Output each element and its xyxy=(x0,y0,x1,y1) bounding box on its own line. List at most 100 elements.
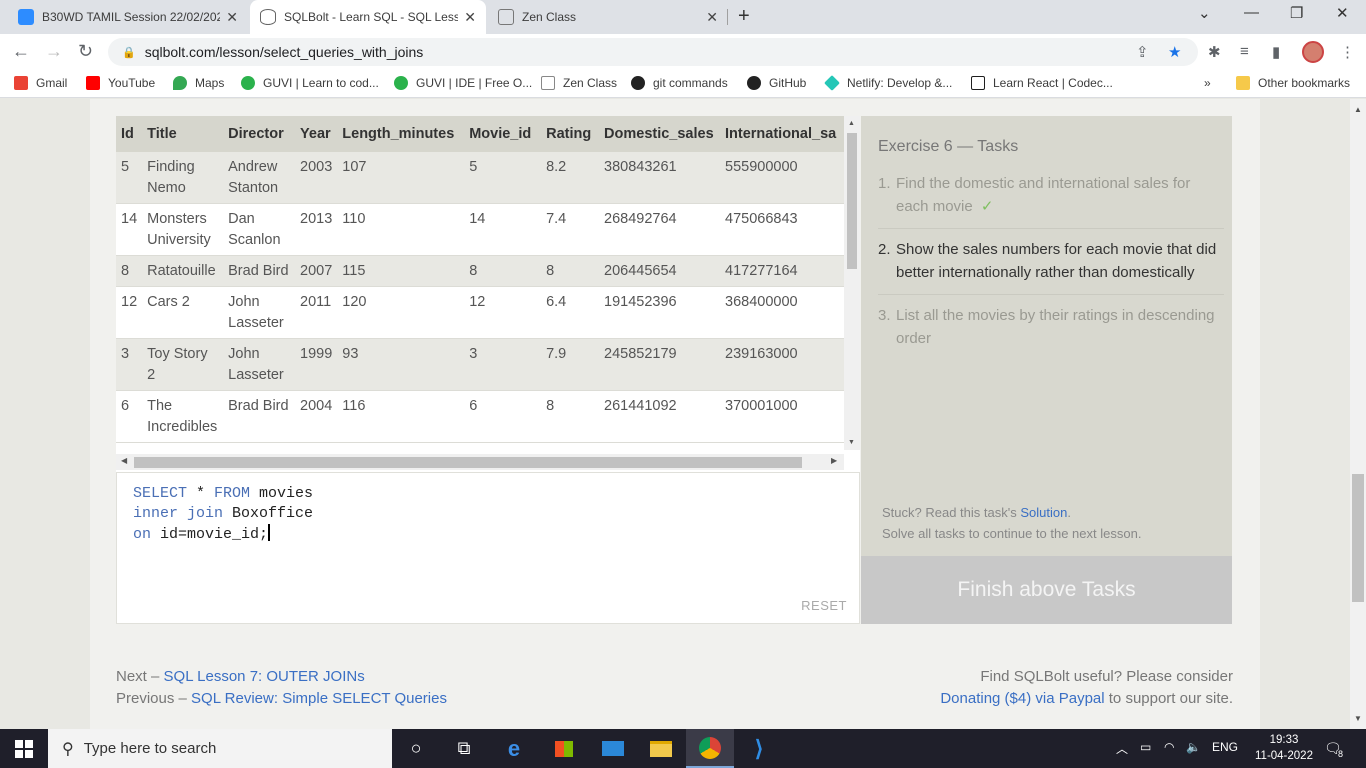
table-cell: 261441092 xyxy=(599,390,720,443)
share-icon[interactable]: ⇪ xyxy=(1136,43,1149,61)
mail-icon[interactable] xyxy=(589,729,637,768)
side-panel-icon[interactable]: ▮ xyxy=(1272,43,1280,61)
reading-list-icon[interactable]: ≡ xyxy=(1240,43,1249,60)
file-explorer-icon[interactable] xyxy=(637,729,685,768)
sql-editor[interactable]: SELECT * FROM movies inner join Boxoffic… xyxy=(116,472,860,624)
language-indicator[interactable]: ENG xyxy=(1212,740,1238,754)
battery-icon[interactable]: ▭ xyxy=(1140,740,1151,754)
scroll-left-arrow-icon[interactable]: ◀ xyxy=(121,456,127,465)
tab-zen-class[interactable]: Zen Class ✕ xyxy=(488,0,728,34)
tab-title: SQLBolt - Learn SQL - SQL Lesso xyxy=(284,10,459,24)
table-cell: 5 xyxy=(464,152,542,204)
chevron-up-icon[interactable]: ︿ xyxy=(1116,740,1128,757)
results-horizontal-scrollbar[interactable]: ◀ ▶ xyxy=(116,454,844,470)
store-icon[interactable] xyxy=(540,729,588,768)
extensions-icon[interactable]: ✱ xyxy=(1208,43,1221,61)
table-cell: 417277164 xyxy=(720,255,844,287)
vscode-icon[interactable]: ⟩ xyxy=(735,729,783,768)
bookmark-zen-class[interactable]: Zen Class xyxy=(541,76,617,90)
address-bar[interactable]: 🔒 sqlbolt.com/lesson/select_queries_with… xyxy=(108,38,1198,66)
bookmark-gmail[interactable]: Gmail xyxy=(14,76,67,90)
restore-button[interactable]: ❐ xyxy=(1290,4,1303,22)
table-cell: 6 xyxy=(464,390,542,443)
close-window-button[interactable]: ✕ xyxy=(1336,4,1349,22)
new-tab-button[interactable]: + xyxy=(738,5,750,28)
bookmark-git-commands[interactable]: git commands xyxy=(631,76,728,90)
scroll-down-arrow-icon[interactable]: ▼ xyxy=(848,439,855,446)
close-tab-icon[interactable]: ✕ xyxy=(226,9,238,26)
results-vertical-thumb[interactable] xyxy=(847,133,857,269)
folder-icon xyxy=(1236,76,1250,90)
sql-keyword: SELECT xyxy=(133,485,188,502)
profile-avatar[interactable] xyxy=(1302,41,1324,63)
minimize-button[interactable]: — xyxy=(1244,4,1259,21)
bookmark-github[interactable]: GitHub xyxy=(747,76,806,90)
page-scrollbar-thumb[interactable] xyxy=(1352,474,1364,602)
bookmarks-bar: Gmail YouTube Maps GUVI | Learn to cod..… xyxy=(0,70,1366,98)
scroll-down-arrow-icon[interactable]: ▼ xyxy=(1354,714,1362,723)
clock-time: 19:33 xyxy=(1269,734,1299,746)
table-cell: 14 xyxy=(116,203,143,256)
bookmark-guvi-learn[interactable]: GUVI | Learn to cod... xyxy=(241,76,379,90)
results-horizontal-thumb[interactable] xyxy=(134,457,802,468)
solution-link[interactable]: Solution xyxy=(1020,505,1067,520)
start-button[interactable] xyxy=(0,729,48,768)
scroll-up-arrow-icon[interactable]: ▲ xyxy=(848,120,855,127)
close-tab-icon[interactable]: ✕ xyxy=(464,9,476,26)
task-item: 2. Show the sales numbers for each movie… xyxy=(878,238,1224,295)
table-cell: 555900000 xyxy=(720,152,844,204)
bookmark-guvi-ide[interactable]: GUVI | IDE | Free O... xyxy=(394,76,532,90)
table-cell: John Lasseter xyxy=(223,286,296,339)
bookmark-maps[interactable]: Maps xyxy=(173,76,224,90)
results-table-viewport[interactable]: Id Title Director Year Length_minutes Mo… xyxy=(116,116,844,450)
system-clock[interactable]: 19:33 11-04-2022 xyxy=(1255,732,1313,764)
results-vertical-scrollbar[interactable]: ▲ ▼ xyxy=(844,116,860,450)
tab-zoom-session[interactable]: B30WD TAMIL Session 22/02/202 ✕ xyxy=(8,0,248,34)
tab-separator xyxy=(727,9,728,25)
volume-icon[interactable]: 🔈 xyxy=(1186,740,1201,754)
reload-icon[interactable]: ↻ xyxy=(78,41,93,62)
next-lesson: Next – SQL Lesson 7: OUTER JOINs xyxy=(116,666,447,688)
table-cell: 120 xyxy=(337,286,465,339)
previous-lesson: Previous – SQL Review: Simple SELECT Que… xyxy=(116,688,447,710)
bookmark-other[interactable]: Other bookmarks xyxy=(1236,76,1350,90)
windows-taskbar: ⚲ Type here to search ○ ⧉ e ⟩ ︿ ▭ ◠ 🔈 EN… xyxy=(0,729,1366,768)
chrome-icon[interactable] xyxy=(686,729,734,768)
table-cell: 239163000 xyxy=(720,338,844,391)
bookmark-codecademy[interactable]: Learn React | Codec... xyxy=(971,76,1113,90)
browser-toolbar: ← → ↻ 🔒 sqlbolt.com/lesson/select_querie… xyxy=(0,34,1366,70)
back-arrow-icon[interactable]: ← xyxy=(12,41,30,62)
forward-arrow-icon[interactable]: → xyxy=(45,41,63,62)
bookmark-netlify[interactable]: Netlify: Develop &... xyxy=(824,75,952,91)
more-menu-icon[interactable]: ⋮ xyxy=(1340,43,1355,61)
reset-button[interactable]: RESET xyxy=(801,598,847,613)
cortana-icon[interactable]: ○ xyxy=(392,729,440,768)
finish-tasks-button[interactable]: Finish above Tasks xyxy=(861,556,1232,624)
bookmark-youtube[interactable]: YouTube xyxy=(86,76,155,90)
sql-code[interactable]: SELECT * FROM movies inner join Boxoffic… xyxy=(133,484,313,545)
edge-icon[interactable]: e xyxy=(490,729,538,768)
next-lesson-link[interactable]: SQL Lesson 7: OUTER JOINs xyxy=(164,668,365,685)
bookmarks-overflow-icon[interactable]: » xyxy=(1204,76,1211,90)
column-header: International_sa xyxy=(720,116,844,152)
table-cell: Cars 2 xyxy=(142,286,224,339)
results-table: Id Title Director Year Length_minutes Mo… xyxy=(116,116,844,443)
donate-link[interactable]: Donating ($4) via Paypal xyxy=(940,690,1104,707)
table-cell: 12 xyxy=(116,286,143,339)
table-cell: Ratatouille xyxy=(142,255,224,287)
bookmark-star-icon[interactable]: ★ xyxy=(1168,43,1181,61)
task-number: 1. xyxy=(878,175,891,192)
close-tab-icon[interactable]: ✕ xyxy=(706,9,718,26)
wifi-icon[interactable]: ◠ xyxy=(1164,740,1174,754)
task-view-icon[interactable]: ⧉ xyxy=(440,729,488,768)
tab-search-icon[interactable]: ⌄ xyxy=(1198,4,1211,22)
taskbar-search[interactable]: ⚲ Type here to search xyxy=(48,729,392,768)
scroll-right-arrow-icon[interactable]: ▶ xyxy=(831,456,837,465)
tab-sqlbolt[interactable]: SQLBolt - Learn SQL - SQL Lesso ✕ xyxy=(250,0,486,34)
column-header: Rating xyxy=(541,116,600,152)
scroll-up-arrow-icon[interactable]: ▲ xyxy=(1354,105,1362,114)
table-row: 8 Ratatouille Brad Bird 2007 115 8 8 206… xyxy=(116,255,844,287)
previous-lesson-link[interactable]: SQL Review: Simple SELECT Queries xyxy=(191,690,447,707)
lesson-navigation: Next – SQL Lesson 7: OUTER JOINs Previou… xyxy=(116,666,447,710)
page-scrollbar[interactable]: ▲ ▼ xyxy=(1350,99,1366,729)
